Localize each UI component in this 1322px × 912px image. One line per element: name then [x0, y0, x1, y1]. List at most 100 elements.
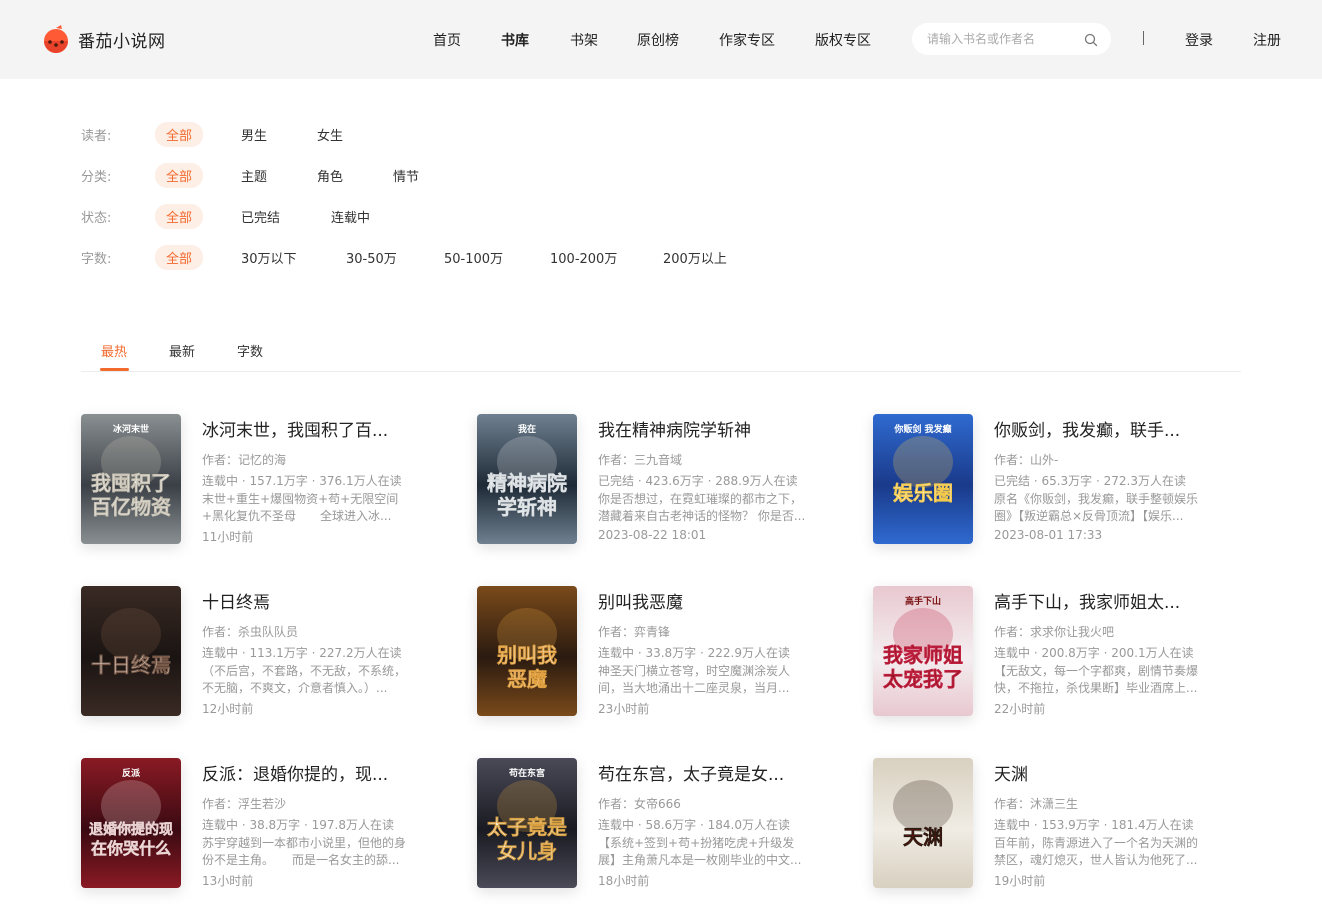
filter-label-category: 分类: [81, 170, 112, 185]
login-link[interactable]: 登录 [1185, 30, 1213, 50]
cover-title-line2: 女儿身 [497, 839, 557, 863]
filter-reader-all[interactable]: 全部 [155, 122, 204, 147]
filter-label-reader: 读者: [81, 129, 112, 144]
cover-title-line1: 天渊 [903, 825, 943, 849]
search-icon[interactable] [1084, 32, 1098, 47]
book-description: 【系统+签到+苟+扮猪吃虎+升级发展】主角萧凡本是一枚刚毕业的中文... [598, 836, 802, 867]
filter-words-100-200w[interactable]: 100-200万 [550, 248, 617, 267]
book-stats: 连载中 · 33.8万字 · 222.9万人在读 [598, 646, 790, 660]
book-update-time: 19小时前 [994, 874, 1046, 888]
nav-library[interactable]: 书库 [501, 30, 529, 50]
book-title[interactable]: 十日终焉 [202, 588, 417, 613]
tab-newest[interactable]: 最新 [169, 341, 195, 360]
cover-title-line2: 太宠我了 [883, 667, 963, 691]
book-card[interactable]: 反派 退婚你提的现 在你哭什么 反派：退婚你提的，现... 作者：浮生若沙 连载中 · 3… [81, 758, 441, 898]
book-card[interactable]: 十日终焉 十日终焉 作者：杀虫队队员 连载中 · 113.1万字 · 227.2万人在… [81, 586, 441, 726]
book-cover[interactable]: 天渊 [873, 758, 973, 888]
book-cover[interactable]: 别叫我 恶魔 [477, 586, 577, 716]
book-card[interactable]: 苟在东宫 太子竟是 女儿身 苟在东宫，太子竟是女... 作者：女帝666 连载中 · 58… [477, 758, 837, 898]
book-author: 作者：山外- [994, 453, 1059, 467]
filter-words-all[interactable]: 全部 [155, 245, 204, 270]
book-update-time: 11小时前 [202, 530, 254, 544]
cover-title-line2: 在你哭什么 [91, 839, 171, 858]
filter-label-wordcount: 字数: [81, 252, 112, 267]
book-description: 百年前，陈青源进入了一个名为天渊的禁区，魂灯熄灭，世人皆认为他死了... [994, 836, 1199, 867]
book-author: 作者：沐潇三生 [994, 797, 1079, 811]
book-update-time: 2023-08-22 18:01 [598, 528, 707, 542]
book-card[interactable]: 冰河末世 我囤积了 百亿物资 冰河末世，我囤积了百... 作者：记忆的海 连载中 · 15… [81, 414, 441, 554]
book-author: 作者：浮生若沙 [202, 797, 287, 811]
book-card[interactable]: 我在 精神病院 学斩神 我在精神病院学斩神 作者：三九音域 已完结 · 423.6万字 ·… [477, 414, 837, 554]
cover-subtitle: 你贩剑 我发癫 [893, 423, 951, 435]
cover-title-line1: 娱乐圈 [893, 481, 953, 505]
register-link[interactable]: 注册 [1253, 30, 1281, 50]
cover-title-line1: 我家师姐 [883, 643, 963, 667]
book-author: 作者：杀虫队队员 [202, 625, 299, 639]
filter-status-ongoing[interactable]: 连载中 [331, 207, 370, 226]
book-cover[interactable]: 十日终焉 [81, 586, 181, 716]
book-title[interactable]: 别叫我恶魔 [598, 588, 813, 613]
book-author: 作者：弈青锋 [598, 625, 671, 639]
book-title[interactable]: 我在精神病院学斩神 [598, 416, 813, 441]
cover-subtitle: 我在 [518, 423, 536, 435]
cover-title-line1: 退婚你提的现 [89, 821, 173, 838]
book-title[interactable]: 高手下山，我家师姐太... [994, 588, 1209, 613]
site-logo[interactable]: 番茄小说网 [40, 24, 166, 54]
cover-title-line1: 太子竟是 [487, 815, 567, 839]
cover-subtitle: 高手下山 [905, 595, 941, 607]
search-input[interactable] [927, 29, 1077, 49]
book-stats: 连载中 · 200.8万字 · 200.1万人在读 [994, 646, 1194, 660]
filter-label-status: 状态: [81, 211, 112, 226]
nav-home[interactable]: 首页 [433, 30, 461, 50]
book-cover[interactable]: 你贩剑 我发癫娱乐圈 [873, 414, 973, 544]
book-stats: 连载中 · 113.1万字 · 227.2万人在读 [202, 646, 402, 660]
book-cover[interactable]: 反派 退婚你提的现 在你哭什么 [81, 758, 181, 888]
book-update-time: 22小时前 [994, 702, 1046, 716]
filter-words-50-100w[interactable]: 50-100万 [444, 248, 503, 267]
tab-hottest[interactable]: 最热 [101, 341, 127, 360]
book-title[interactable]: 你贩剑，我发癫，联手... [994, 416, 1209, 441]
book-description: 原名《你贩剑，我发癫，联手整顿娱乐圈》【叛逆霸总×反骨顶流】【娱乐... [994, 492, 1199, 523]
nav-original-ranking[interactable]: 原创榜 [637, 30, 679, 50]
book-cover[interactable]: 高手下山我家师姐 太宠我了 [873, 586, 973, 716]
cover-title-line2: 百亿物资 [91, 495, 171, 519]
book-cover[interactable]: 苟在东宫太子竟是 女儿身 [477, 758, 577, 888]
book-description: 【无敌文，每一个字都爽，剧情节奏爆快，不拖拉，杀伐果断】毕业酒席上... [994, 664, 1199, 695]
cover-subtitle: 苟在东宫 [508, 767, 545, 779]
filter-status-finished[interactable]: 已完结 [241, 207, 280, 226]
book-title[interactable]: 冰河末世，我囤积了百... [202, 416, 417, 441]
book-card[interactable]: 你贩剑 我发癫 娱乐圈 你贩剑，我发癫，联手... 作者：山外- 已完结 · 65.3万… [873, 414, 1233, 554]
top-header: 番茄小说网 首页 书库 书架 原创榜 作家专区 版权专区 登录 注册 [0, 0, 1322, 79]
book-cover[interactable]: 冰河末世 我囤积了 百亿物资 [81, 414, 181, 544]
filter-words-30-50w[interactable]: 30-50万 [346, 248, 397, 267]
filter-category-plot[interactable]: 情节 [393, 166, 419, 185]
tomato-logo-icon [40, 24, 72, 54]
filter-words-under-30w[interactable]: 30万以下 [241, 248, 297, 267]
site-name: 番茄小说网 [78, 31, 166, 52]
filter-reader-male[interactable]: 男生 [241, 125, 267, 144]
nav-author-zone[interactable]: 作家专区 [719, 30, 775, 50]
cover-subtitle: 冰河末世 [113, 423, 149, 435]
book-description: 末世+重生+爆囤物资+苟+无限空间+黑化复仇不圣母 全球进入冰... [202, 492, 399, 523]
book-card[interactable]: 别叫我 恶魔 别叫我恶魔 作者：弈青锋 连载中 · 33.8万字 · 222.9万人在读… [477, 586, 837, 726]
filter-reader-female[interactable]: 女生 [317, 125, 343, 144]
book-title[interactable]: 反派：退婚你提的，现... [202, 760, 417, 785]
book-cover[interactable]: 我在 精神病院 学斩神 [477, 414, 577, 544]
nav-copyright-zone[interactable]: 版权专区 [815, 30, 871, 50]
tab-divider [81, 371, 1241, 372]
book-description: 你是否想过，在霓虹璀璨的都市之下，潜藏着来自古老神话的怪物？ 你是否... [598, 492, 806, 523]
filter-category-role[interactable]: 角色 [317, 166, 343, 185]
filter-words-over-200w[interactable]: 200万以上 [663, 248, 727, 267]
book-author: 作者：求求你让我火吧 [994, 625, 1115, 639]
book-title[interactable]: 苟在东宫，太子竟是女... [598, 760, 813, 785]
book-author: 作者：女帝666 [598, 797, 681, 811]
nav-bookshelf[interactable]: 书架 [570, 30, 598, 50]
filter-category-theme[interactable]: 主题 [241, 166, 267, 185]
filter-category-all[interactable]: 全部 [155, 163, 204, 188]
filter-status-all[interactable]: 全部 [155, 204, 204, 229]
book-card[interactable]: 天渊 天渊 作者：沐潇三生 连载中 · 153.9万字 · 181.4万人在读 百年前，… [873, 758, 1233, 898]
tab-wordcount[interactable]: 字数 [237, 341, 263, 360]
book-title[interactable]: 天渊 [994, 760, 1209, 785]
book-card[interactable]: 高手下山 我家师姐 太宠我了 高手下山，我家师姐太... 作者：求求你让我火吧 连载中 ·… [873, 586, 1233, 726]
cover-title-line1: 别叫我 [496, 643, 557, 667]
